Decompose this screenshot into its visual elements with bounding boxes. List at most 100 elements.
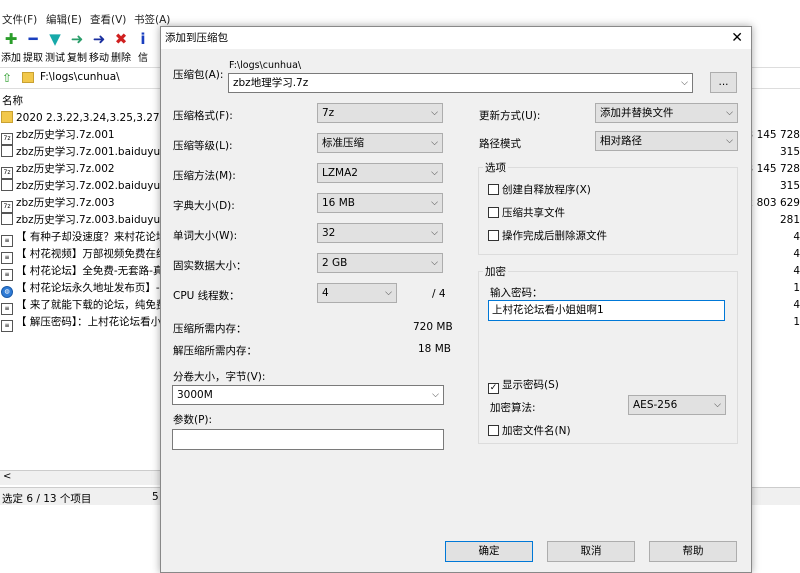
- sfx-checkbox[interactable]: 创建自释放程序(X): [488, 182, 591, 197]
- threads-label: CPU 线程数：: [173, 290, 240, 302]
- encrypt-names-checkbox[interactable]: 加密文件名(N): [488, 423, 571, 438]
- shared-checkbox[interactable]: 压缩共享文件: [488, 205, 565, 220]
- menu-file[interactable]: 文件(F): [2, 12, 37, 27]
- dialog-title: 添加到压缩包: [165, 32, 228, 44]
- up-folder-icon[interactable]: ⇧: [2, 71, 12, 85]
- chevron-down-icon: ⌵: [726, 136, 733, 146]
- file-size: 1: [793, 282, 800, 294]
- scroll-left-icon[interactable]: <: [3, 471, 11, 482]
- file-size: 4: [793, 265, 800, 277]
- toolbar-button-6[interactable]: i信: [132, 30, 154, 64]
- info-icon: i: [140, 30, 146, 48]
- file-name: zbz历史学习.7z.002.baiduyun: [16, 180, 167, 192]
- threads-value: 4: [322, 287, 329, 299]
- chevron-down-icon[interactable]: ⌵: [432, 386, 439, 404]
- dict-select[interactable]: 16 MB ⌵: [317, 193, 443, 213]
- split-label: 分卷大小，字节(V):: [173, 371, 266, 383]
- menu-edit[interactable]: 编辑(E): [46, 12, 82, 27]
- archive-name-combo[interactable]: zbz地理学习.7z ⌵: [228, 73, 693, 93]
- chevron-down-icon: ⌵: [431, 138, 438, 148]
- password-label: 输入密码：: [490, 287, 543, 299]
- dict-label: 字典大小(D):: [173, 200, 235, 212]
- checkbox-box[interactable]: [488, 184, 499, 195]
- password-input[interactable]: 上村花论坛看小姐姐啊1: [488, 300, 725, 321]
- split-value: 3000M: [177, 389, 213, 401]
- solid-label: 固实数据大小：: [173, 260, 247, 272]
- format-label: 压缩格式(F):: [173, 110, 233, 122]
- checkbox-box[interactable]: [488, 230, 499, 241]
- dialog-titlebar: 添加到压缩包 ✕: [161, 27, 751, 49]
- file-size: 4: [793, 299, 800, 311]
- test-icon: ▼: [49, 30, 61, 48]
- browse-button[interactable]: ...: [710, 72, 737, 93]
- toolbar-button-0[interactable]: ✚ 添加: [0, 30, 22, 64]
- shared-label: 压缩共享文件: [502, 207, 565, 219]
- status-selection: 选定 6 / 13 个项目: [2, 493, 92, 505]
- chevron-down-icon: ⌵: [726, 108, 733, 118]
- file-name: 【 村花论坛永久地址发布页】-: [16, 282, 160, 294]
- format-select[interactable]: 7z ⌵: [317, 103, 443, 123]
- column-name[interactable]: 名称: [2, 93, 23, 108]
- horizontal-scrollbar[interactable]: <: [0, 470, 160, 485]
- threads-total: / 4: [432, 288, 446, 300]
- checkbox-box[interactable]: [488, 207, 499, 218]
- split-combo[interactable]: 3000M ⌵: [172, 385, 444, 405]
- toolbar-label: 移动: [89, 53, 109, 64]
- file-size: 315: [779, 180, 800, 192]
- close-icon[interactable]: ✕: [731, 27, 743, 49]
- threads-select[interactable]: 4 ⌵: [317, 283, 397, 303]
- level-value: 标准压缩: [322, 137, 364, 149]
- solid-select[interactable]: 2 GB ⌵: [317, 253, 443, 273]
- chevron-down-icon: ⌵: [385, 288, 392, 298]
- method-select[interactable]: LZMA2 ⌵: [317, 163, 443, 183]
- encrypt-names-label: 加密文件名(N): [502, 425, 571, 437]
- help-button[interactable]: 帮助: [649, 541, 737, 562]
- toolbar-button-5[interactable]: ✖ 删除: [110, 30, 132, 64]
- toolbar-button-3[interactable]: ➜ 复制: [66, 30, 88, 64]
- toolbar-label: 信: [138, 53, 148, 64]
- file-name: 【 村花视频】万部视频免费在线: [16, 248, 167, 260]
- toolbar-button-1[interactable]: ━ 提取: [22, 30, 44, 64]
- dict-value: 16 MB: [322, 197, 355, 209]
- chevron-down-icon[interactable]: ⌵: [681, 74, 688, 92]
- file-name: 【 解压密码】：上村花论坛看小: [16, 316, 162, 328]
- update-select[interactable]: 添加并替换文件 ⌵: [595, 103, 738, 123]
- show-password-checkbox[interactable]: ✓ 显示密码(S): [488, 377, 559, 394]
- pathmode-select[interactable]: 相对路径 ⌵: [595, 131, 738, 151]
- archive-label: 压缩包(A):: [173, 69, 224, 81]
- checkmark-icon[interactable]: ✓: [488, 383, 499, 394]
- menu-view[interactable]: 查看(V): [90, 12, 126, 27]
- menu-bookmarks[interactable]: 书签(A): [134, 12, 170, 27]
- delete-icon: ✖: [114, 30, 128, 48]
- update-label: 更新方式(U):: [479, 110, 541, 122]
- chevron-down-icon: ⌵: [431, 168, 438, 178]
- show-password-label: 显示密码(S): [502, 379, 559, 391]
- folder-icon: [1, 111, 13, 123]
- file-size: 4: [793, 248, 800, 260]
- move-icon: ➜: [92, 30, 106, 48]
- file-icon: [1, 179, 13, 191]
- toolbar-button-2[interactable]: ▼ 测试: [44, 30, 66, 64]
- doc-icon: ≡: [1, 320, 13, 332]
- level-select[interactable]: 标准压缩 ⌵: [317, 133, 443, 153]
- file-name: zbz历史学习.7z.003.baiduyun: [16, 214, 167, 226]
- copy-icon: ➜: [70, 30, 84, 48]
- word-select[interactable]: 32 ⌵: [317, 223, 443, 243]
- word-label: 单词大小(W):: [173, 230, 238, 242]
- toolbar-label: 测试: [45, 53, 65, 64]
- mem-comp-label: 压缩所需内存：: [173, 323, 247, 335]
- toolbar-button-4[interactable]: ➜ 移动: [88, 30, 110, 64]
- ok-button[interactable]: 确定: [445, 541, 533, 562]
- checkbox-box[interactable]: [488, 425, 499, 436]
- file-name: 【 有种子却没速度？来村花论坛: [16, 231, 167, 243]
- method-label: 压缩方法(M):: [173, 170, 236, 182]
- cancel-button[interactable]: 取消: [547, 541, 635, 562]
- params-input[interactable]: [172, 429, 444, 450]
- file-name: zbz历史学习.7z.001: [16, 129, 115, 141]
- enc-method-select[interactable]: AES-256 ⌵: [628, 395, 726, 415]
- file-size: 281: [779, 214, 800, 226]
- solid-value: 2 GB: [322, 257, 348, 269]
- address-path: F:\logs\cunhua\: [40, 71, 120, 83]
- file-name: zbz历史学习.7z.002: [16, 163, 115, 175]
- delete-source-checkbox[interactable]: 操作完成后删除源文件: [488, 228, 607, 243]
